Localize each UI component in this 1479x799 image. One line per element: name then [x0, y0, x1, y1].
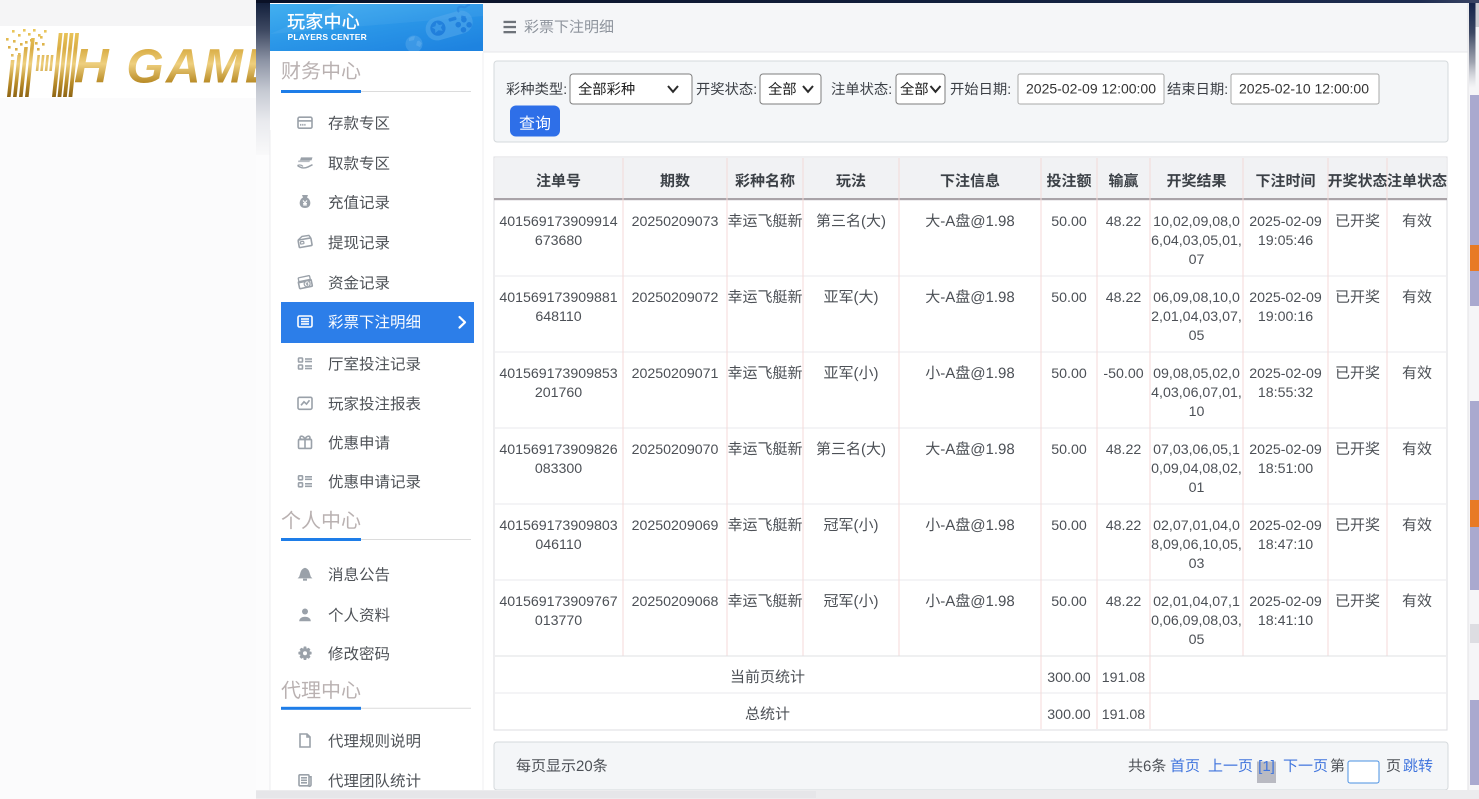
svg-text:10: 10: [1189, 404, 1205, 420]
svg-text:0,09,04,08,02,: 0,09,04,08,02,: [1151, 461, 1242, 477]
svg-text:50.00: 50.00: [1051, 290, 1087, 306]
svg-text:2025-02-09: 2025-02-09: [1249, 442, 1322, 458]
svg-text:02,07,01,04,0: 02,07,01,04,0: [1153, 518, 1240, 534]
svg-text:H GAME: H GAME: [74, 41, 279, 94]
svg-text:[1]: [1]: [1258, 758, 1275, 775]
svg-text:20250209069: 20250209069: [632, 518, 719, 534]
svg-text:07: 07: [1189, 252, 1205, 268]
svg-text:18:47:10: 18:47:10: [1258, 537, 1313, 553]
svg-text:401569173909803: 401569173909803: [499, 518, 617, 534]
svg-text:046110: 046110: [535, 537, 581, 553]
svg-text:401569173909826: 401569173909826: [499, 442, 617, 458]
svg-text:20250209070: 20250209070: [632, 442, 719, 458]
svg-text:02,01,04,07,1: 02,01,04,07,1: [1153, 594, 1240, 610]
svg-text:20250209068: 20250209068: [632, 594, 719, 610]
svg-text:19:05:46: 19:05:46: [1258, 233, 1313, 249]
svg-text:401569173909881: 401569173909881: [499, 290, 617, 306]
svg-text:-50.00: -50.00: [1103, 366, 1143, 382]
svg-text:2025-02-09 12:00:00: 2025-02-09 12:00:00: [1026, 81, 1156, 97]
svg-text:50.00: 50.00: [1051, 442, 1087, 458]
svg-text:013770: 013770: [535, 613, 582, 629]
svg-text:191.08: 191.08: [1102, 670, 1146, 686]
svg-text:07,03,06,05,1: 07,03,06,05,1: [1153, 442, 1240, 458]
svg-text:48.22: 48.22: [1106, 518, 1142, 534]
svg-text:20250209072: 20250209072: [632, 290, 719, 306]
svg-text:6,04,03,05,01,: 6,04,03,05,01,: [1151, 233, 1242, 249]
svg-text:401569173909767: 401569173909767: [499, 594, 617, 610]
svg-text:50.00: 50.00: [1051, 594, 1087, 610]
svg-text:2025-02-09: 2025-02-09: [1249, 366, 1322, 382]
svg-text:2025-02-09: 2025-02-09: [1249, 518, 1322, 534]
svg-text:10,02,09,08,0: 10,02,09,08,0: [1153, 214, 1240, 230]
svg-text:083300: 083300: [535, 461, 582, 477]
svg-text:18:55:32: 18:55:32: [1258, 385, 1313, 401]
svg-text:09,08,05,02,0: 09,08,05,02,0: [1153, 366, 1240, 382]
svg-text:18:41:10: 18:41:10: [1258, 613, 1313, 629]
svg-text:20250209073: 20250209073: [632, 214, 719, 230]
svg-text:19:00:16: 19:00:16: [1258, 309, 1313, 325]
svg-text:50.00: 50.00: [1051, 366, 1087, 382]
svg-text:05: 05: [1189, 632, 1205, 648]
svg-text:48.22: 48.22: [1106, 442, 1142, 458]
svg-text:50.00: 50.00: [1051, 518, 1087, 534]
svg-text:201760: 201760: [535, 385, 582, 401]
svg-text:48.22: 48.22: [1106, 594, 1142, 610]
svg-text:05: 05: [1189, 328, 1205, 344]
svg-text:0,06,09,08,03,: 0,06,09,08,03,: [1151, 613, 1242, 629]
svg-text:8,09,06,10,05,: 8,09,06,10,05,: [1151, 537, 1242, 553]
svg-text:401569173909853: 401569173909853: [499, 366, 617, 382]
svg-text:2025-02-09: 2025-02-09: [1249, 214, 1322, 230]
svg-text:2025-02-10 12:00:00: 2025-02-10 12:00:00: [1239, 81, 1369, 97]
svg-text:20250209071: 20250209071: [632, 366, 719, 382]
svg-text:48.22: 48.22: [1106, 290, 1142, 306]
svg-text:2,01,04,03,07,: 2,01,04,03,07,: [1151, 309, 1242, 325]
svg-text:191.08: 191.08: [1102, 707, 1146, 723]
svg-text:01: 01: [1189, 480, 1205, 496]
svg-text:300.00: 300.00: [1047, 707, 1091, 723]
svg-text:673680: 673680: [535, 233, 582, 249]
svg-text:18:51:00: 18:51:00: [1258, 461, 1313, 477]
svg-text:50.00: 50.00: [1051, 214, 1087, 230]
svg-text:06,09,08,10,0: 06,09,08,10,0: [1153, 290, 1240, 306]
svg-text:PLAYERS CENTER: PLAYERS CENTER: [288, 32, 367, 42]
svg-text:03: 03: [1189, 556, 1205, 572]
svg-text:401569173909914: 401569173909914: [499, 214, 617, 230]
svg-text:2025-02-09: 2025-02-09: [1249, 290, 1322, 306]
svg-text:48.22: 48.22: [1106, 214, 1142, 230]
svg-text:648110: 648110: [535, 309, 581, 325]
svg-text:2025-02-09: 2025-02-09: [1249, 594, 1322, 610]
svg-text:300.00: 300.00: [1047, 670, 1091, 686]
svg-text:4,03,06,07,01,: 4,03,06,07,01,: [1151, 385, 1242, 401]
